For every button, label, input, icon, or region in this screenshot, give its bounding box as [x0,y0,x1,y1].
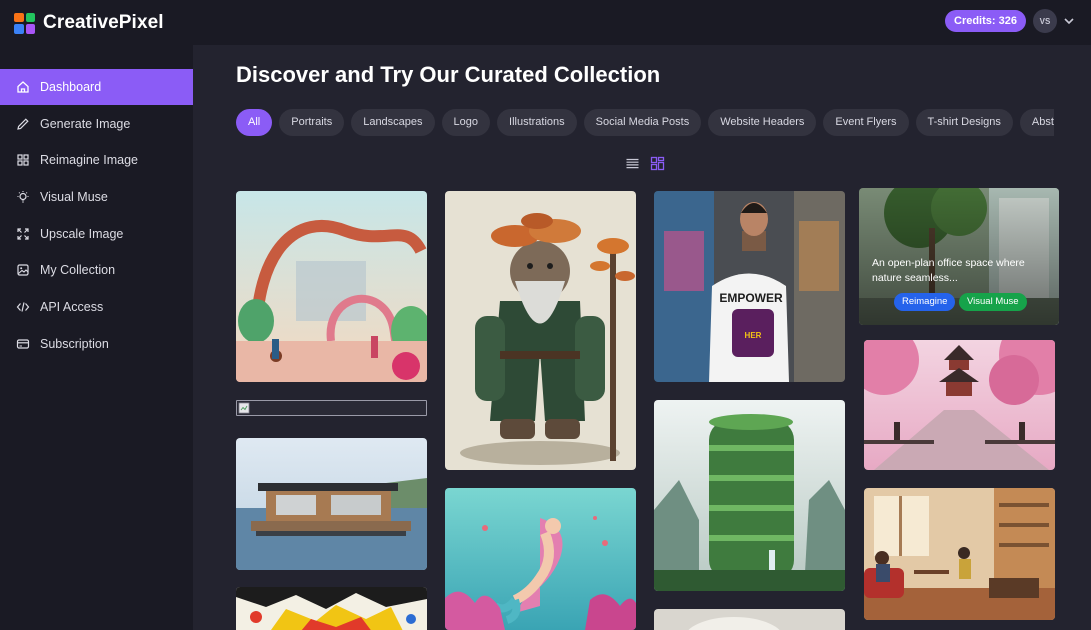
broken-image-icon [238,402,250,414]
sidebar-item-label: Dashboard [40,80,102,94]
filter-chip-portraits[interactable]: Portraits [279,109,345,136]
chevron-down-icon[interactable] [1063,15,1075,27]
logo-icon [14,12,35,34]
gallery-card-cherry-blossom-pagoda[interactable] [864,340,1055,470]
app-logo[interactable]: CreativePixel [14,12,164,34]
sidebar-item-dashboard[interactable]: Dashboard [0,69,193,105]
sidebar-item-label: Upscale Image [40,227,124,241]
sidebar-item-my-collection[interactable]: My Collection [0,252,193,288]
gallery-image [236,191,427,382]
sidebar-item-upscale-image[interactable]: Upscale Image [0,216,193,252]
gallery-card-mermaid[interactable] [445,488,636,630]
top-bar: CreativePixel Credits: 326 VS [0,0,1091,45]
credits-badge[interactable]: Credits: 326 [945,10,1026,32]
page-title: Discover and Try Our Curated Collection [236,62,661,87]
gallery-image [236,438,427,570]
sidebar-item-label: Reimagine Image [40,153,138,167]
card-icon [16,339,30,349]
gallery-card-partial[interactable] [654,609,845,630]
sidebar-item-label: Visual Muse [40,190,108,204]
lightbulb-icon [17,191,29,203]
sidebar-item-generate-image[interactable]: Generate Image [0,106,193,142]
gallery-image [445,191,636,470]
gallery-card-comic-boom[interactable] [236,587,427,630]
sidebar-item-label: Generate Image [40,117,131,131]
filter-chips: All Portraits Landscapes Logo Illustrations S… [236,109,1054,136]
user-avatar[interactable]: VS [1033,9,1057,33]
gallery-image [864,340,1055,470]
pencil-icon [17,118,29,130]
gallery-card-cafe-interior[interactable] [864,488,1055,620]
gallery-image: EMPOWER HER [654,191,845,382]
sidebar: Dashboard Generate Image Reimagine Image… [0,45,193,630]
sidebar-item-label: API Access [40,300,104,314]
code-icon [16,302,30,312]
gallery-image [654,400,845,591]
gallery-card-green-tower[interactable] [654,400,845,591]
image-icon [17,264,29,276]
sidebar-item-reimagine-image[interactable]: Reimagine Image [0,142,193,178]
filter-chip-landscapes[interactable]: Landscapes [351,109,435,136]
filter-chip-event-flyers[interactable]: Event Flyers [823,109,909,136]
sidebar-item-subscription[interactable]: Subscription [0,326,193,362]
filter-chip-abstract[interactable]: Abstract [1019,109,1054,136]
gallery-card-mushroom-wizard[interactable] [445,191,636,470]
sidebar-item-label: Subscription [40,337,109,351]
list-view-icon[interactable] [625,156,640,171]
filter-chip-illustrations[interactable]: Illustrations [497,109,577,136]
sidebar-item-visual-muse[interactable]: Visual Muse [0,179,193,215]
expand-icon [17,228,29,240]
app-name: CreativePixel [43,12,164,33]
broken-image-placeholder[interactable] [236,400,427,416]
shirt-text: EMPOWER [719,291,783,305]
gallery-card-whimsical-park[interactable] [236,191,427,382]
filter-chip-all[interactable]: All [236,109,273,136]
filter-chip-social-media-posts[interactable]: Social Media Posts [583,109,702,136]
card-description: An open-plan office space where nature s… [872,257,1025,284]
grid-view-icon[interactable] [650,156,665,171]
visual-muse-button[interactable]: Visual Muse [959,293,1027,311]
gallery-card-office-nature[interactable]: An open-plan office space where nature s… [859,188,1059,325]
grid-icon [17,154,29,166]
reimagine-button[interactable]: Reimagine [894,293,956,311]
gallery-card-empower-shirt[interactable]: EMPOWER HER [654,191,845,382]
home-icon [17,81,29,93]
sidebar-item-api-access[interactable]: API Access [0,289,193,325]
gallery-image [864,488,1055,620]
gallery-image [445,488,636,630]
shirt-subtext: HER [745,331,762,340]
filter-chip-website-headers[interactable]: Website Headers [708,109,817,136]
gallery-image [654,609,845,630]
sidebar-item-label: My Collection [40,263,116,277]
filter-chip-logo[interactable]: Logo [441,109,491,136]
gallery-card-floating-house[interactable] [236,438,427,570]
gallery-image [236,587,427,630]
filter-chip-t-shirt-designs[interactable]: T-shirt Designs [915,109,1013,136]
